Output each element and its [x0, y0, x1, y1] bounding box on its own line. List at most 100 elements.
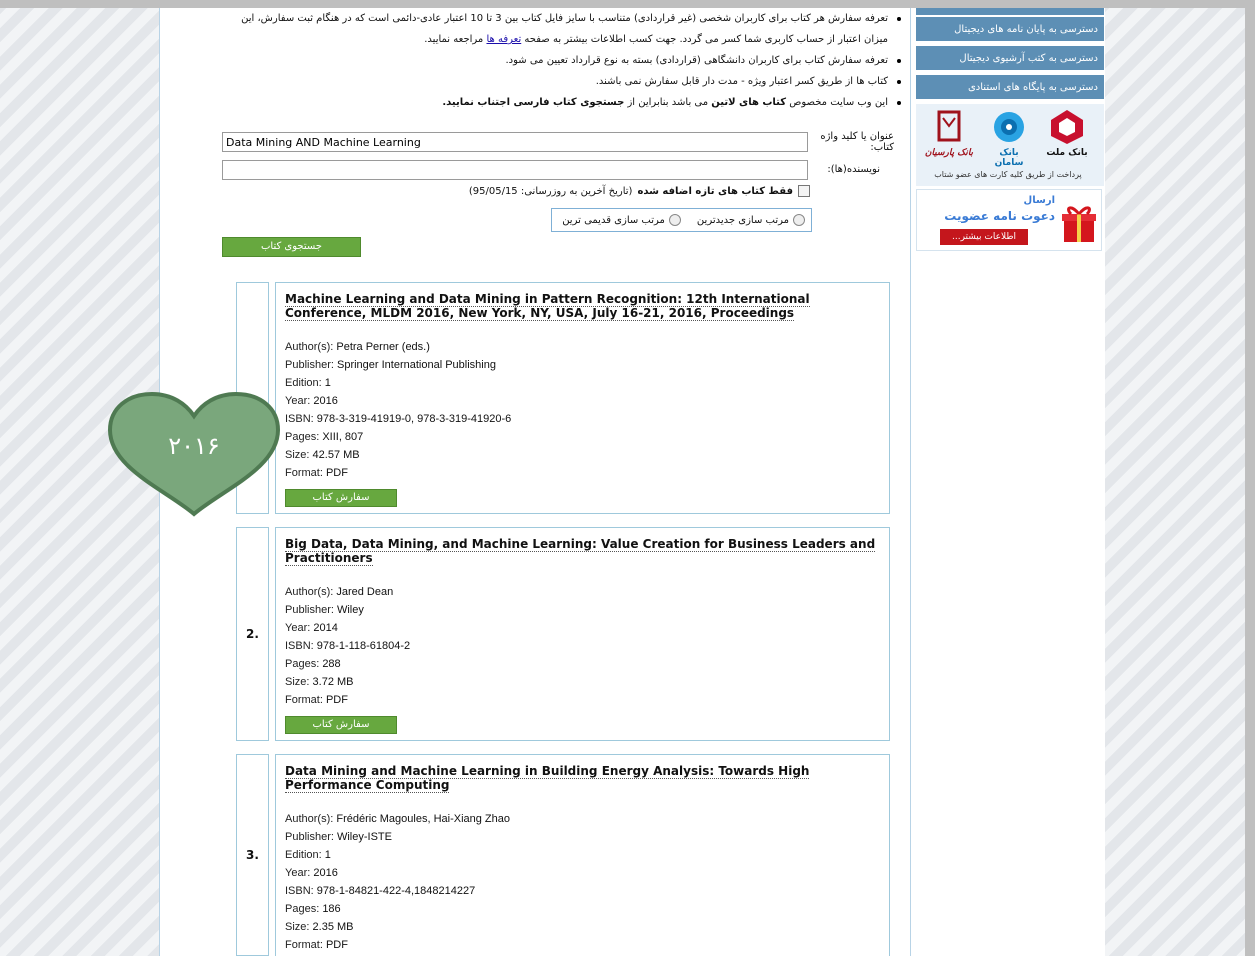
meta-label: Format: — [285, 467, 323, 479]
size-value: 3.72 MB — [312, 676, 354, 688]
sort-options: مرتب سازی جدیدترین مرتب سازی قدیمی ترین — [551, 208, 812, 232]
meta-label: Size: — [285, 676, 310, 688]
sort-newest-radio[interactable] — [793, 214, 805, 226]
note-bold: جستجوی کتاب فارسی — [513, 97, 625, 108]
author-value: Frédéric Magoules, Hai-Xiang Zhao — [336, 813, 510, 825]
payment-banks-box: بانک ملت بانک سامان بانک پارسیان پرداخت … — [916, 104, 1104, 186]
book-meta: Author(s): Frédéric Magoules, Hai-Xiang … — [285, 810, 880, 954]
pages-value: 186 — [322, 903, 341, 915]
note-text: کتاب ها از طریق کسر اعتبار ویژه - مدت دا… — [595, 76, 888, 87]
note-text: این وب سایت مخصوص — [786, 97, 888, 108]
result-card: Machine Learning and Data Mining in Patt… — [275, 282, 890, 514]
book-title-link[interactable]: Big Data, Data Mining, and Machine Learn… — [285, 537, 876, 566]
book-title-link[interactable]: Machine Learning and Data Mining in Patt… — [285, 292, 810, 321]
meta-label: Year: — [285, 867, 311, 879]
membership-invite-banner[interactable]: ارسال دعوت نامه عضویت اطلاعات بیشتر... — [916, 189, 1102, 251]
publisher-value: Wiley-ISTE — [336, 831, 392, 843]
book-meta: Author(s): Petra Perner (eds.) Publisher… — [285, 338, 880, 482]
year-value: 2016 — [313, 395, 338, 407]
note-text: تعرفه سفارش کتاب برای کاربران دانشگاهی (… — [505, 55, 888, 66]
sidebar-link-theses[interactable]: دسترسی به پایان نامه های دیجیتال — [916, 17, 1104, 43]
year-heart-badge: ۲۰۱۶ — [107, 391, 281, 517]
year-value: 2016 — [313, 867, 338, 879]
bank-parsian: بانک پارسیان — [924, 108, 974, 158]
new-only-checkbox[interactable] — [798, 185, 810, 197]
book-meta: Author(s): Jared Dean Publisher: Wiley Y… — [285, 583, 880, 709]
meta-label: ISBN: — [285, 885, 314, 897]
title-field-label: عنوان یا کلید واژه کتاب: — [820, 131, 894, 153]
meta-label: Format: — [285, 939, 323, 951]
note-bold: کتاب های لاتین — [711, 97, 787, 108]
result-number: 2. — [236, 527, 269, 741]
size-value: 2.35 MB — [312, 921, 354, 933]
author-input[interactable] — [222, 160, 808, 180]
sidebar-link-citation-db[interactable]: دسترسی به پایگاه های استنادی — [916, 75, 1104, 101]
book-title-link[interactable]: Data Mining and Machine Learning in Buil… — [285, 764, 810, 793]
sort-oldest-label: مرتب سازی قدیمی ترین — [562, 214, 665, 226]
sidebar-link-archive-books[interactable]: دسترسی به کتب آرشیوی دیجیتال — [916, 46, 1104, 72]
note-item: میزان اعتبار از حساب کاربری شما کسر می گ… — [168, 29, 888, 50]
payment-note: پرداخت از طریق کلیه کارت های عضو شتاب — [934, 170, 1082, 179]
scrollbar-track[interactable] — [1245, 8, 1255, 956]
order-book-button[interactable]: سفارش کتاب — [285, 489, 397, 507]
publisher-value: Wiley — [336, 604, 364, 616]
size-value: 42.57 MB — [312, 449, 360, 461]
result-number: 3. — [236, 754, 269, 956]
bank-mellat: بانک ملت — [1042, 108, 1092, 158]
new-only-row: فقط کتاب های تازه اضافه شده (تاریخ آخرین… — [430, 185, 810, 197]
saman-logo-icon — [994, 112, 1024, 142]
more-info-button[interactable]: اطلاعات بیشتر... — [940, 229, 1028, 245]
browser-top-strip — [0, 0, 1255, 8]
bank-saman: بانک سامان — [984, 108, 1034, 168]
sort-oldest-radio[interactable] — [668, 214, 681, 226]
meta-label: Publisher: — [285, 831, 334, 843]
note-item: این وب سایت مخصوص کتاب های لاتین می باشد… — [168, 92, 901, 113]
meta-label: Publisher: — [285, 604, 334, 616]
edition-value: 1 — [324, 377, 331, 389]
meta-label: Author(s): — [285, 813, 334, 825]
isbn-value: 978-3-319-41919-0, 978-3-319-41920-6 — [316, 413, 512, 425]
author-field-label: نویسنده(ها): — [827, 164, 880, 175]
format-value: PDF — [325, 694, 348, 706]
note-text: میزان اعتبار از حساب کاربری شما کسر می گ… — [521, 34, 888, 45]
order-notes-list: تعرفه سفارش هر کتاب برای کاربران شخصی (غ… — [168, 8, 904, 113]
meta-label: Size: — [285, 921, 310, 933]
sort-newest-label: مرتب سازی جدیدترین — [696, 214, 789, 226]
meta-label: ISBN: — [285, 640, 314, 652]
invite-line1: ارسال — [1023, 195, 1055, 206]
meta-label: Author(s): — [285, 341, 334, 353]
tariff-link[interactable]: تعرفه ها — [486, 34, 521, 45]
meta-label: Pages: — [285, 903, 320, 915]
pages-value: XIII, 807 — [322, 431, 364, 443]
meta-label: Author(s): — [285, 586, 334, 598]
invite-line2: دعوت نامه عضویت — [944, 209, 1055, 223]
meta-label: Year: — [285, 395, 311, 407]
update-date-note: (تاریخ آخرین به روزرسانی: 95/05/15) — [468, 185, 633, 197]
order-book-button[interactable]: سفارش کتاب — [285, 716, 397, 734]
author-value: Petra Perner (eds.) — [336, 341, 430, 353]
new-only-label: فقط کتاب های تازه اضافه شده — [637, 185, 793, 197]
note-text: اجتناب نمایید. — [442, 97, 514, 108]
edition-value: 1 — [324, 849, 331, 861]
heart-year-text: ۲۰۱۶ — [168, 432, 220, 460]
sidebar-nav-cutoff — [916, 8, 1104, 15]
meta-label: Size: — [285, 449, 310, 461]
bank-name: بانک سامان — [994, 148, 1024, 168]
year-value: 2014 — [313, 622, 338, 634]
publisher-value: Springer International Publishing — [336, 359, 496, 371]
meta-label: Edition: — [285, 377, 322, 389]
author-value: Jared Dean — [336, 586, 394, 598]
meta-label: ISBN: — [285, 413, 314, 425]
search-book-button[interactable]: جستجوی کتاب — [222, 237, 361, 257]
note-item: تعرفه سفارش کتاب برای کاربران دانشگاهی (… — [168, 50, 901, 71]
result-card: Data Mining and Machine Learning in Buil… — [275, 754, 890, 956]
format-value: PDF — [325, 939, 348, 951]
note-text: تعرفه سفارش هر کتاب برای کاربران شخصی (غ… — [241, 13, 888, 24]
meta-label: Pages: — [285, 658, 320, 670]
meta-label: Format: — [285, 694, 323, 706]
mellat-logo-icon — [1051, 110, 1083, 144]
note-item: کتاب ها از طریق کسر اعتبار ویژه - مدت دا… — [168, 71, 901, 92]
bank-name: بانک ملت — [1046, 148, 1088, 158]
title-keyword-input[interactable] — [222, 132, 808, 152]
meta-label: Year: — [285, 622, 311, 634]
